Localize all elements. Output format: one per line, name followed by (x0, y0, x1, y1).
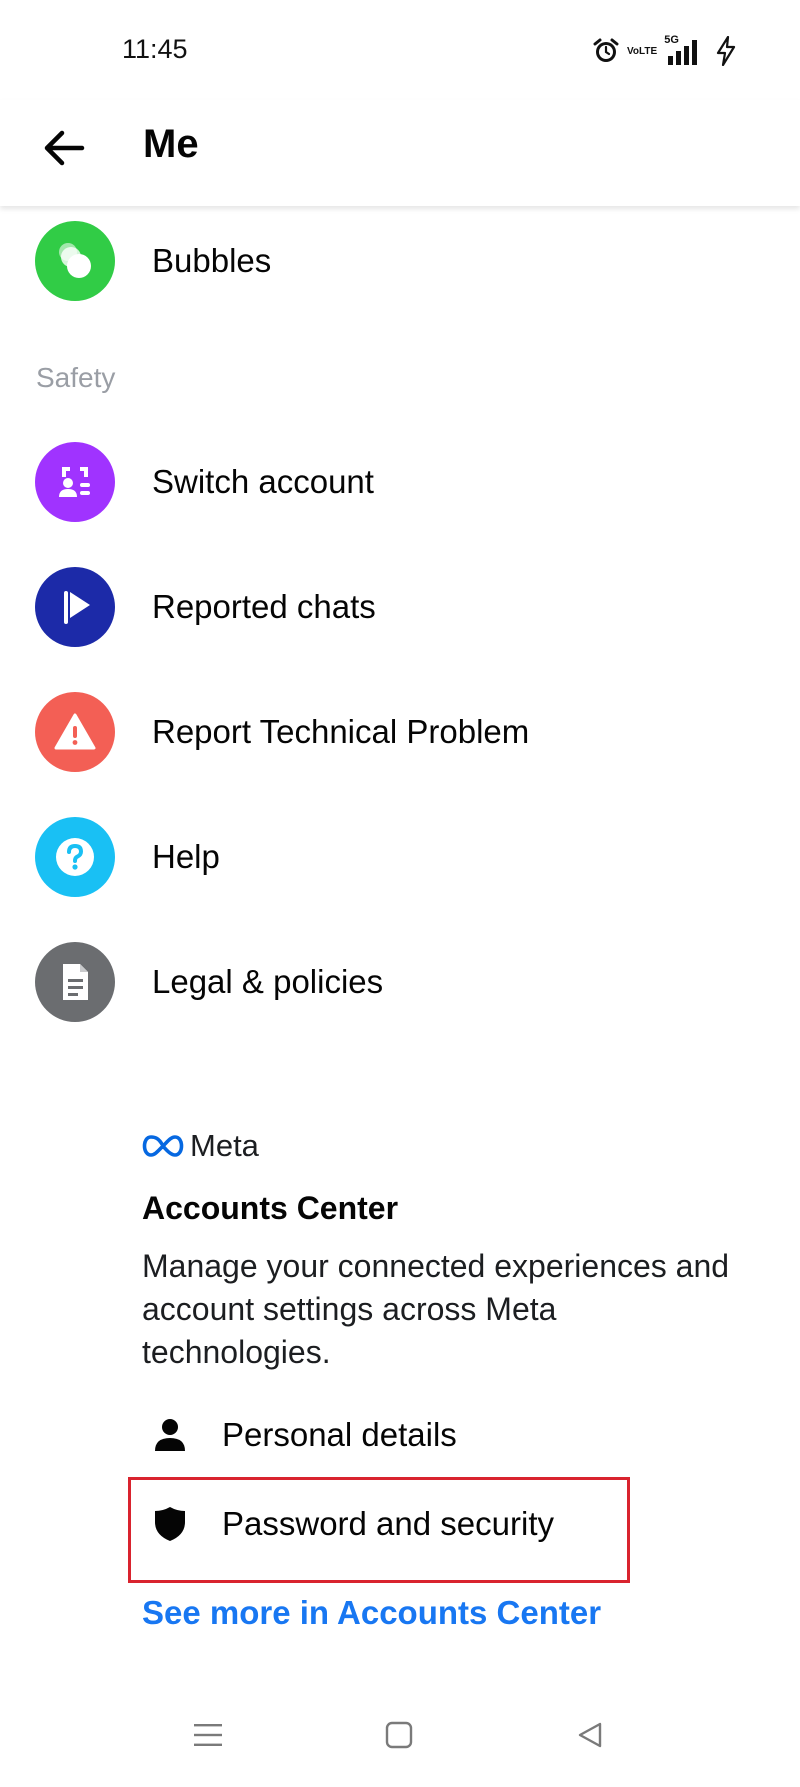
menu-label: Bubbles (152, 242, 272, 279)
volte-bottom-text: LTE (639, 45, 658, 57)
navigation-bar (0, 1690, 800, 1787)
meta-wordmark: Meta (190, 1128, 259, 1163)
password-security-row[interactable]: Password and security (130, 1484, 630, 1564)
menu-nav-icon (194, 1724, 222, 1746)
ac-row-label: Password and security (222, 1505, 554, 1542)
warning-icon (35, 692, 115, 772)
menu-item-legal-policies[interactable]: Legal & policies (0, 927, 800, 1037)
volte-icon: Vo LTE (627, 46, 657, 57)
volte-top-text: Vo (627, 45, 640, 57)
help-icon (35, 817, 115, 897)
section-header-safety: Safety (36, 362, 116, 393)
ac-row-label: Personal details (222, 1416, 457, 1453)
app-header: Me (0, 100, 800, 206)
back-nav-icon (578, 1722, 602, 1748)
home-nav-button[interactable] (369, 1710, 429, 1760)
shield-icon (150, 1504, 190, 1544)
menu-item-report-technical-problem[interactable]: Report Technical Problem (0, 677, 800, 787)
menu-item-bubbles[interactable]: Bubbles (0, 206, 800, 316)
status-time: 11:45 (122, 34, 188, 64)
bubbles-icon (35, 221, 115, 301)
back-nav-button[interactable] (560, 1710, 620, 1760)
menu-label: Report Technical Problem (152, 713, 530, 750)
status-bar: 11:45 Vo LTE 5G (0, 0, 800, 100)
menu-label: Help (152, 838, 220, 875)
menu-item-reported-chats[interactable]: Reported chats (0, 552, 800, 662)
menu-label: Reported chats (152, 588, 376, 625)
meta-infinity-icon (142, 1135, 184, 1157)
document-icon (35, 942, 115, 1022)
back-button[interactable] (36, 120, 92, 176)
menu-nav-button[interactable] (178, 1710, 238, 1760)
menu-item-help[interactable]: Help (0, 802, 800, 912)
status-icons: Vo LTE 5G (592, 34, 737, 68)
see-more-link[interactable]: See more in Accounts Center (142, 1594, 601, 1632)
signal-5g-icon: 5G (664, 34, 708, 66)
accounts-center-title: Accounts Center (142, 1190, 399, 1226)
switch-account-icon (35, 442, 115, 522)
charging-icon (715, 36, 737, 66)
arrow-left-icon (44, 130, 85, 166)
flag-icon (35, 567, 115, 647)
meta-logo: Meta (142, 1126, 259, 1166)
menu-label: Legal & policies (152, 963, 384, 1000)
person-icon (150, 1415, 190, 1455)
alarm-icon (592, 37, 620, 65)
menu-item-switch-account[interactable]: Switch account (0, 427, 800, 537)
menu-label: Switch account (152, 463, 374, 500)
home-nav-icon (385, 1721, 413, 1749)
page-title: Me (143, 122, 199, 166)
personal-details-row[interactable]: Personal details (130, 1395, 630, 1475)
accounts-center-description: Manage your connected experiences and ac… (142, 1248, 730, 1370)
